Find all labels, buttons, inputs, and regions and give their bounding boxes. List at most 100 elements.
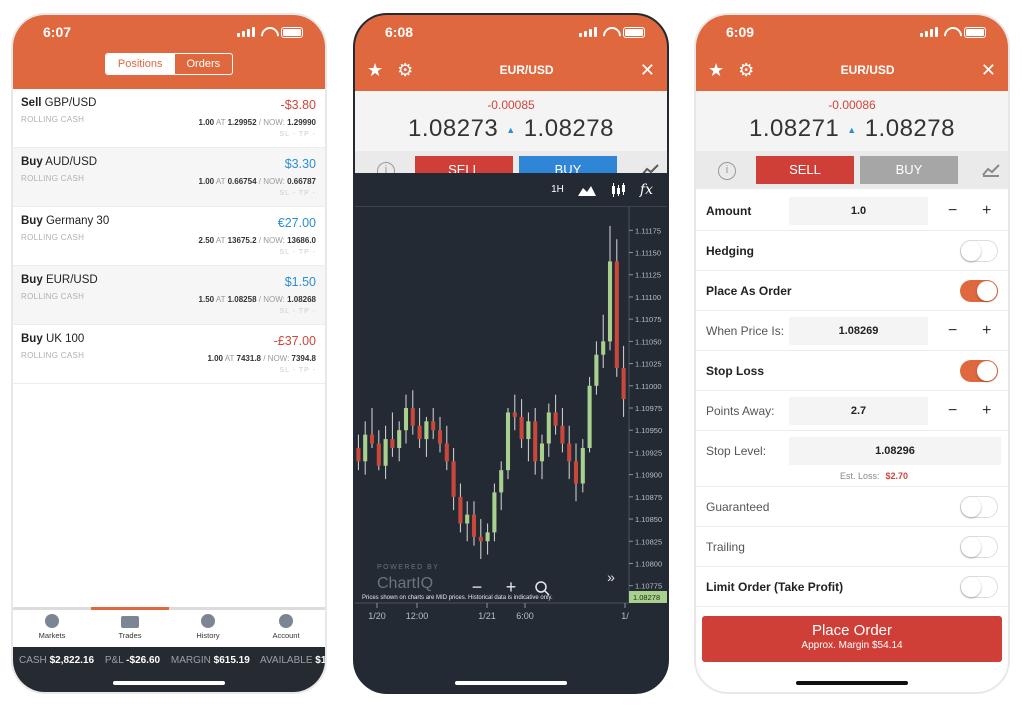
y-tick-label: 1.10875 (635, 493, 662, 502)
points-away-increment-button[interactable]: + (982, 402, 991, 420)
y-tick-label: 1.11000 (635, 382, 662, 391)
gear-icon[interactable]: ⚙ (397, 60, 413, 81)
candle-body (410, 408, 415, 426)
when-price-increment-button[interactable]: + (982, 322, 991, 340)
signal-icon (579, 27, 597, 37)
candle-body (492, 492, 497, 533)
position-row[interactable]: Buy Germany 30 ROLLING CASH €27.00 2.50 … (13, 207, 325, 266)
available-value: $10 (315, 655, 325, 666)
indicators-button[interactable]: fx (640, 182, 653, 198)
candle-body (444, 443, 449, 462)
position-sltp: SL - TP - (279, 249, 316, 256)
home-indicator[interactable] (455, 681, 567, 685)
candle-body (539, 443, 545, 462)
when-price-decrement-button[interactable]: − (948, 322, 957, 340)
gear-icon[interactable]: ⚙ (738, 60, 754, 81)
amount-increment-button[interactable]: + (982, 202, 991, 220)
amount-input[interactable]: 1.0 (789, 196, 928, 225)
candle-body (519, 416, 524, 440)
tab-trades[interactable]: Trades (91, 610, 169, 647)
close-icon[interactable]: ✕ (981, 60, 996, 81)
candle-body (403, 408, 409, 431)
candle-body (594, 354, 599, 386)
chart-icon[interactable] (982, 163, 1000, 177)
candle-body (526, 421, 531, 440)
info-icon[interactable]: i (718, 162, 736, 180)
chartiq-logo: ChartIQ (377, 575, 433, 592)
y-tick-label: 1.11050 (635, 337, 662, 346)
position-name: Germany 30 (45, 215, 110, 227)
mountain-chart-icon[interactable] (577, 184, 596, 196)
points-away-decrement-button[interactable]: − (948, 402, 957, 420)
position-detail: 2.50 AT 13675.2 / NOW: 13686.0 (198, 236, 316, 245)
candle-body (458, 496, 463, 524)
tab-account[interactable]: Account (247, 610, 325, 647)
close-icon[interactable]: ✕ (640, 60, 655, 81)
bottom-tab-bar: Markets Trades History Account (13, 607, 325, 647)
position-row[interactable]: Buy EUR/USD ROLLING CASH $1.50 1.50 AT 1… (13, 266, 325, 325)
ask-price: 1.08278 (864, 115, 955, 142)
limit-order-row: Limit Order (Take Profit) (696, 567, 1008, 607)
positions-list: Sell GBP/USD ROLLING CASH -$3.80 1.00 AT… (13, 89, 325, 384)
candle-body (431, 421, 436, 431)
zoom-reset-icon[interactable] (535, 581, 547, 593)
position-side: Buy (21, 215, 43, 227)
battery-icon (623, 26, 645, 38)
stop-loss-toggle[interactable] (960, 359, 998, 382)
candle-body (601, 341, 606, 355)
home-indicator[interactable] (796, 681, 908, 685)
ask-price: 1.08278 (523, 115, 614, 142)
y-tick-label: 1.10975 (635, 404, 662, 413)
estimated-loss: Est. Loss: $2.70 (696, 471, 1008, 487)
position-row[interactable]: Buy AUD/USD ROLLING CASH $3.30 1.00 AT 0… (13, 148, 325, 207)
star-icon[interactable]: ★ (367, 60, 383, 81)
amount-row: Amount 1.0 − + (696, 191, 1008, 231)
status-bar: 6:09 (696, 15, 1008, 49)
trailing-row: Trailing (696, 527, 1008, 567)
active-tab-indicator (91, 607, 169, 610)
star-icon[interactable]: ★ (708, 60, 724, 81)
current-price-label: 1.08278 (633, 593, 660, 602)
interval-selector[interactable]: 1H (551, 184, 564, 195)
candle-body (573, 461, 579, 484)
bid-price: 1.08273 (408, 115, 499, 142)
trailing-toggle[interactable] (960, 535, 998, 558)
stop-level-input[interactable]: 1.08296 (789, 437, 1001, 465)
scroll-to-end-button[interactable]: » (607, 569, 615, 585)
when-price-input[interactable]: 1.08269 (789, 316, 928, 345)
tab-positions[interactable]: Positions (105, 54, 175, 74)
sell-button[interactable]: SELL (756, 156, 854, 184)
amount-decrement-button[interactable]: − (948, 202, 957, 220)
limit-order-toggle[interactable] (960, 575, 998, 598)
instrument-title: EUR/USD (840, 63, 895, 77)
bid-price: 1.08271 (749, 115, 840, 142)
zoom-out-button[interactable]: − (472, 577, 483, 597)
y-tick-label: 1.11175 (635, 226, 661, 235)
position-row[interactable]: Sell GBP/USD ROLLING CASH -$3.80 1.00 AT… (13, 89, 325, 148)
place-order-button[interactable]: Place Order Approx. Margin $54.14 (702, 616, 1002, 662)
points-away-input[interactable]: 2.7 (789, 396, 928, 425)
candle-body (553, 412, 558, 426)
candlestick-icon[interactable] (610, 182, 626, 197)
candle-body (451, 461, 456, 497)
wifi-icon (261, 27, 275, 37)
candle-body (390, 439, 395, 448)
price-chart[interactable]: 1H fx 1.11175 1.11150 1.11125 1.11100 1.1107… (355, 173, 667, 651)
chart-phone: 6:08 ★ ⚙ EUR/USD ✕ -0.00085 1.08273 ▲ 1.08… (353, 13, 669, 694)
tab-history[interactable]: History (169, 610, 247, 647)
guaranteed-toggle[interactable] (960, 495, 998, 518)
position-row[interactable]: Buy UK 100 ROLLING CASH -£37.00 1.00 AT … (13, 325, 325, 384)
order-form: Amount 1.0 − + Hedging Place As Order Wh… (696, 189, 1008, 607)
tab-orders[interactable]: Orders (175, 54, 233, 74)
wifi-icon (603, 27, 617, 37)
globe-icon (45, 614, 59, 628)
zoom-in-button[interactable]: + (506, 577, 517, 597)
candle-body (512, 412, 517, 417)
home-indicator[interactable] (113, 681, 225, 685)
order-phone: 6:09 ★ ⚙ EUR/USD ✕ -0.00086 1.08271 ▲ 1.08… (694, 13, 1010, 694)
when-price-row: When Price Is: 1.08269 − + (696, 311, 1008, 351)
hedging-toggle[interactable] (960, 239, 998, 262)
buy-button[interactable]: BUY (860, 156, 958, 184)
tab-markets[interactable]: Markets (13, 610, 91, 647)
place-as-order-toggle[interactable] (960, 279, 998, 302)
